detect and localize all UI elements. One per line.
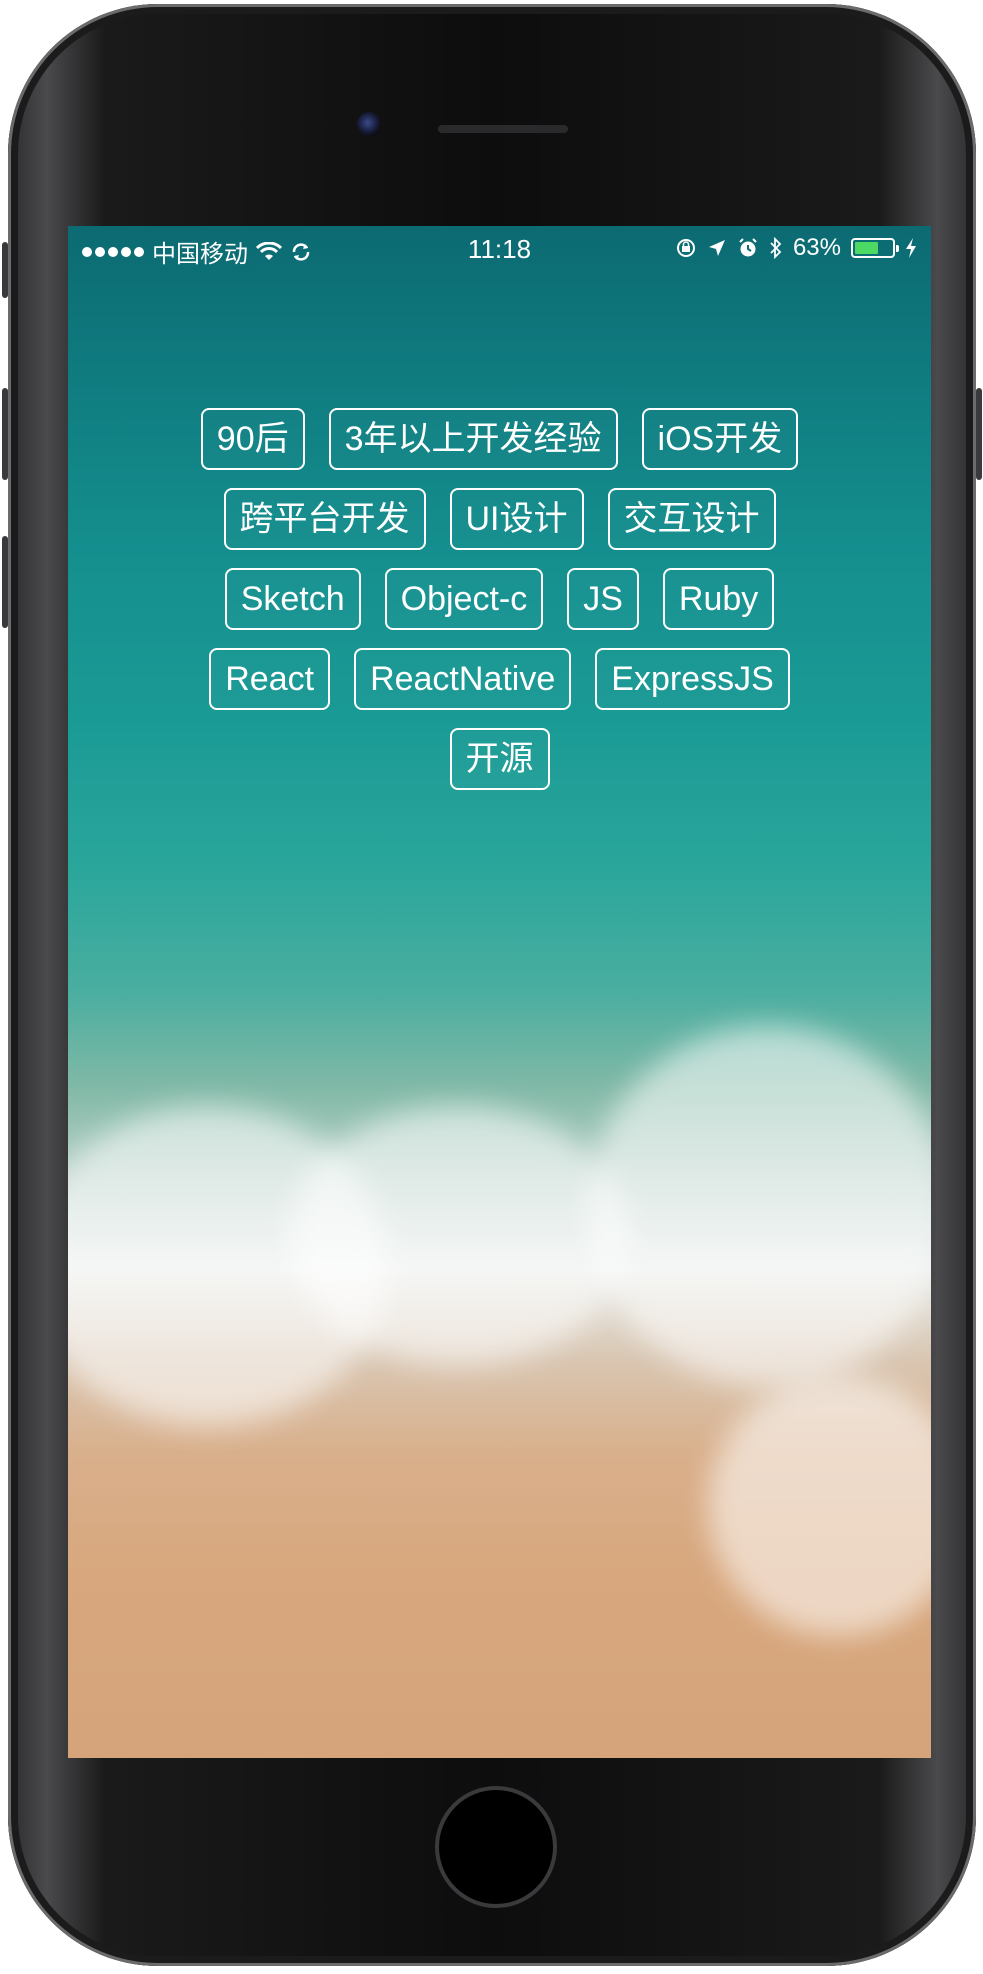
- battery-percent: 63%: [792, 234, 841, 261]
- tag-chip[interactable]: UI设计: [449, 488, 584, 550]
- tag-row: 90后 3年以上开发经验 iOS开发: [68, 408, 931, 470]
- tag-chip[interactable]: ExpressJS: [595, 648, 790, 710]
- iphone-frame: 中国移动 11:18 63% 90后 3年以上开发经验 iOS开发 跨平台开发 …: [2, 4, 982, 1966]
- tag-chip[interactable]: 90后: [200, 408, 305, 470]
- volume-up-button: [2, 388, 8, 480]
- front-camera: [357, 112, 381, 136]
- tag-chip[interactable]: 跨平台开发: [223, 488, 426, 550]
- wave-foam: [588, 1026, 931, 1386]
- tag-chip[interactable]: Object-c: [384, 568, 544, 630]
- mute-switch: [2, 242, 8, 298]
- status-bar: 中国移动 11:18 63%: [68, 226, 931, 270]
- home-button[interactable]: [435, 1786, 557, 1908]
- tag-row: Sketch Object-c JS Ruby: [68, 568, 931, 630]
- orientation-lock-icon: [676, 239, 695, 257]
- tag-chip[interactable]: 开源: [449, 728, 550, 790]
- tag-chip[interactable]: ReactNative: [354, 648, 572, 710]
- earpiece-speaker: [438, 125, 568, 133]
- tag-row: 跨平台开发 UI设计 交互设计: [68, 488, 931, 550]
- power-button: [976, 388, 982, 480]
- alarm-icon: [739, 238, 757, 257]
- wave-foam: [708, 1376, 931, 1636]
- tag-chip[interactable]: 交互设计: [607, 488, 776, 550]
- tag-chip[interactable]: React: [209, 648, 331, 710]
- battery-level-fill: [855, 242, 878, 254]
- status-bar-right: 63%: [675, 234, 917, 262]
- tag-chip[interactable]: JS: [567, 568, 639, 630]
- tag-chip[interactable]: Sketch: [224, 568, 361, 630]
- bluetooth-icon: [770, 237, 782, 259]
- battery-icon: [851, 238, 899, 258]
- tag-chip[interactable]: 3年以上开发经验: [328, 408, 618, 470]
- charging-bolt-icon: [906, 238, 916, 258]
- location-arrow-icon: [708, 240, 725, 256]
- tag-row: 开源: [68, 728, 931, 790]
- wave-foam: [288, 1106, 628, 1366]
- tag-row: React ReactNative ExpressJS: [68, 648, 931, 710]
- tag-chip[interactable]: iOS开发: [641, 408, 799, 470]
- volume-down-button: [2, 536, 8, 628]
- screen: 中国移动 11:18 63% 90后 3年以上开发经验 iOS开发 跨平台开发 …: [68, 226, 931, 1758]
- tag-chip[interactable]: Ruby: [662, 568, 775, 630]
